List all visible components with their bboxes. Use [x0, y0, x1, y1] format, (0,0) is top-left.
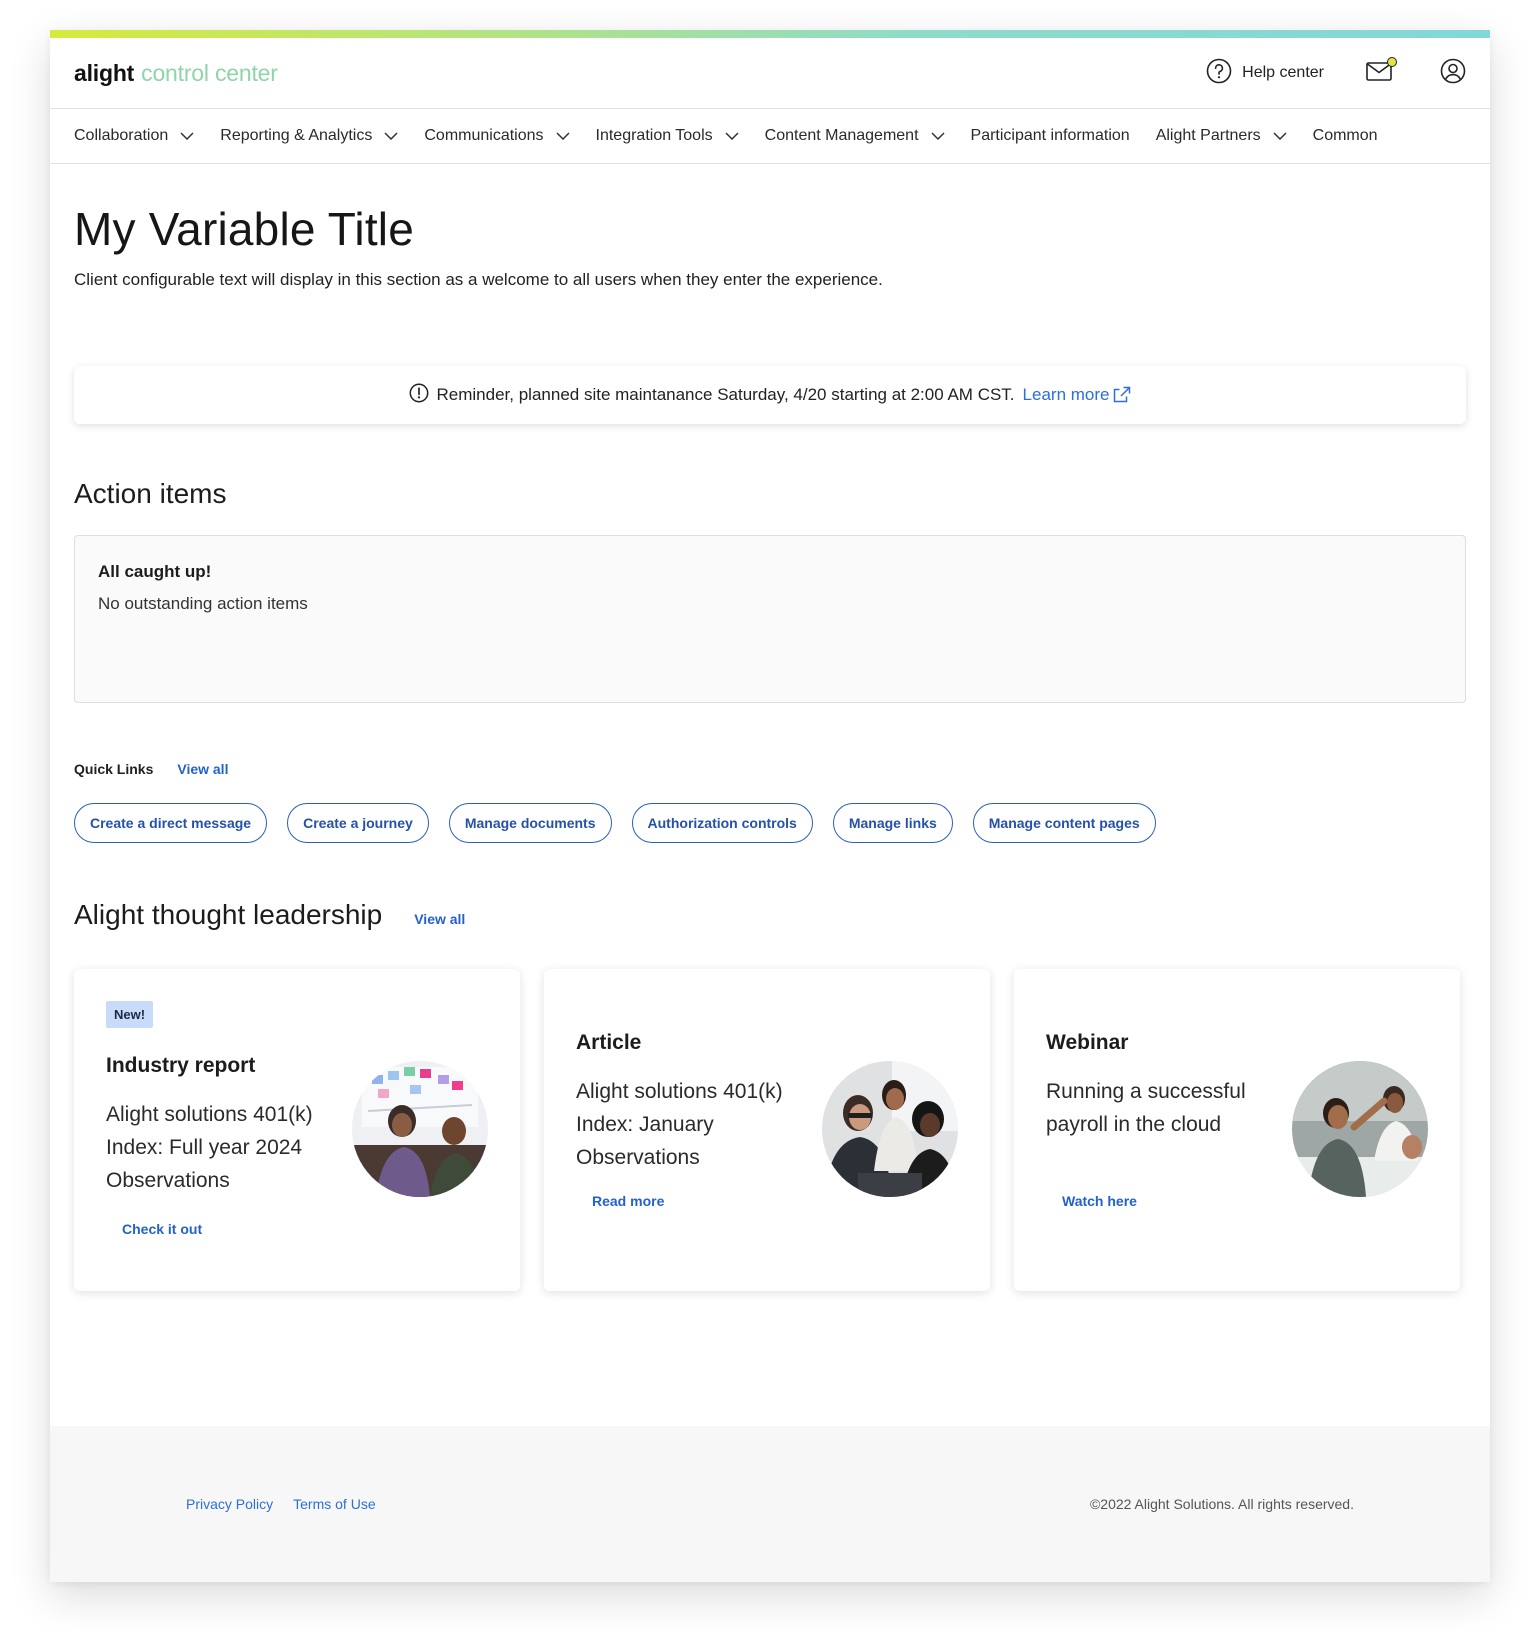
- quick-link-authorization-controls[interactable]: Authorization controls: [631, 803, 813, 843]
- card-article: Article Alight solutions 401(k) Index: J…: [544, 969, 990, 1291]
- thought-leadership-view-all[interactable]: View all: [414, 911, 465, 927]
- nav-label: Reporting & Analytics: [220, 127, 373, 144]
- nav-label: Participant information: [970, 127, 1130, 144]
- nav-label: Integration Tools: [595, 127, 713, 144]
- header-actions: Help center: [1206, 56, 1466, 89]
- nav-label: Collaboration: [74, 127, 169, 144]
- quick-links-header: Quick Links View all: [74, 761, 1466, 777]
- messages-button[interactable]: [1366, 56, 1397, 87]
- nav-collaboration[interactable]: Collaboration: [74, 127, 194, 145]
- card-photo-collaboration: [352, 1061, 488, 1197]
- chevron-down-icon: [180, 132, 194, 140]
- nav-reporting-analytics[interactable]: Reporting & Analytics: [220, 127, 398, 145]
- chevron-down-icon: [725, 132, 739, 140]
- footer-links: Privacy Policy Terms of Use: [186, 1496, 376, 1512]
- card-webinar: Webinar Running a successful payroll in …: [1014, 969, 1460, 1291]
- card-type: Article: [576, 1031, 642, 1054]
- quick-links-label: Quick Links: [74, 761, 154, 777]
- logo-brand: alight: [74, 59, 135, 86]
- quick-links-view-all[interactable]: View all: [177, 761, 228, 777]
- thought-leadership-heading: Alight thought leadership: [74, 899, 383, 930]
- action-status-text: No outstanding action items: [98, 594, 308, 613]
- maintenance-alert: Reminder, planned site maintanance Satur…: [74, 366, 1466, 424]
- nav-label: Common: [1312, 127, 1378, 144]
- chevron-down-icon: [555, 132, 570, 140]
- main-content: My Variable Title Client configurable te…: [50, 202, 1490, 1291]
- logo-product: control center: [141, 59, 278, 86]
- nav-common[interactable]: Common: [1313, 127, 1378, 145]
- quick-link-create-journey[interactable]: Create a journey: [287, 803, 429, 843]
- chevron-down-icon: [930, 132, 945, 140]
- nav-label: Content Management: [764, 127, 919, 144]
- card-description: Alight solutions 401(k) Index: Full year…: [106, 1103, 313, 1192]
- logo[interactable]: alight control center: [74, 60, 278, 87]
- welcome-text: Client configurable text will display in…: [74, 270, 883, 289]
- info-icon: [409, 383, 429, 408]
- quick-link-create-direct-message[interactable]: Create a direct message: [74, 803, 268, 843]
- help-center-button[interactable]: Help center: [1206, 58, 1324, 89]
- watch-here-link[interactable]: Watch here: [1062, 1193, 1137, 1209]
- nav-label: Communications: [424, 127, 544, 144]
- thought-leadership-cards: New! Industry report Alight solutions 40…: [74, 969, 1466, 1291]
- app-frame: alight control center Help center Collab…: [50, 30, 1490, 1582]
- check-it-out-link[interactable]: Check it out: [122, 1221, 202, 1237]
- card-photo-team: [822, 1061, 958, 1197]
- card-photo-meeting: [1292, 1061, 1428, 1197]
- profile-button[interactable]: [1440, 58, 1466, 89]
- quick-link-manage-content-pages[interactable]: Manage content pages: [972, 803, 1156, 843]
- thought-leadership-header: Alight thought leadership View all: [74, 899, 1466, 931]
- nav-communications[interactable]: Communications: [424, 127, 570, 145]
- brand-gradient-bar: [50, 30, 1490, 38]
- external-link-icon: [1114, 386, 1131, 403]
- action-items-panel: All caught up! No outstanding action ite…: [74, 535, 1466, 703]
- quick-link-manage-links[interactable]: Manage links: [832, 803, 953, 843]
- card-description: Running a successful payroll in the clou…: [1046, 1080, 1246, 1136]
- copyright-text: ©2022 Alight Solutions. All rights reser…: [1089, 1496, 1354, 1512]
- action-status-title: All caught up!: [98, 562, 212, 581]
- notification-dot: [1387, 56, 1397, 67]
- chevron-down-icon: [384, 132, 398, 140]
- nav-integration-tools[interactable]: Integration Tools: [596, 127, 739, 145]
- nav-participant-information[interactable]: Participant information: [971, 127, 1130, 145]
- nav-alight-partners[interactable]: Alight Partners: [1156, 127, 1287, 145]
- new-badge: New!: [106, 1001, 154, 1028]
- quick-link-manage-documents[interactable]: Manage documents: [448, 803, 612, 843]
- help-center-label: Help center: [1242, 64, 1324, 81]
- nav-content-management[interactable]: Content Management: [765, 127, 945, 145]
- chevron-down-icon: [1273, 132, 1287, 140]
- learn-more-link[interactable]: Learn more: [1023, 385, 1132, 405]
- quick-links-list: Create a direct message Create a journey…: [74, 803, 1466, 843]
- read-more-link[interactable]: Read more: [592, 1193, 664, 1209]
- card-type: Webinar: [1046, 1031, 1129, 1054]
- card-industry-report: New! Industry report Alight solutions 40…: [74, 969, 520, 1291]
- card-description: Alight solutions 401(k) Index: January O…: [576, 1080, 783, 1169]
- nav-label: Alight Partners: [1155, 127, 1261, 144]
- action-items-heading: Action items: [74, 478, 227, 509]
- main-nav: Collaboration Reporting & Analytics Comm…: [50, 108, 1490, 164]
- alert-text: Reminder, planned site maintanance Satur…: [436, 385, 1015, 404]
- footer: Privacy Policy Terms of Use ©2022 Alight…: [50, 1426, 1490, 1582]
- user-icon: [1440, 58, 1466, 89]
- privacy-policy-link[interactable]: Privacy Policy: [186, 1496, 273, 1512]
- header: alight control center Help center: [50, 38, 1490, 108]
- terms-of-use-link[interactable]: Terms of Use: [293, 1496, 375, 1512]
- learn-more-label: Learn more: [1022, 385, 1110, 404]
- help-icon: [1206, 58, 1232, 89]
- page-title: My Variable Title: [74, 203, 414, 255]
